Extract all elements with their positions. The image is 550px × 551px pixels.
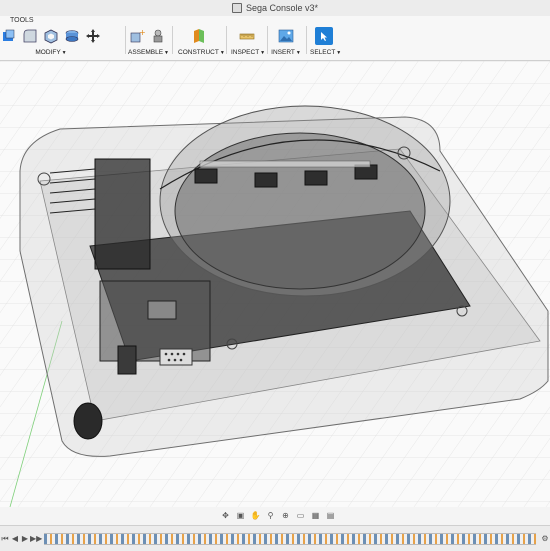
front-port-housing	[99, 280, 211, 362]
measure-icon[interactable]	[238, 27, 256, 45]
play-icon[interactable]: ▶	[20, 534, 30, 543]
move-icon[interactable]	[84, 27, 102, 45]
insert-image-icon[interactable]	[277, 27, 295, 45]
shell-icon[interactable]	[42, 27, 60, 45]
separator	[267, 26, 268, 54]
previous-step-icon[interactable]: ◀	[10, 534, 20, 543]
separator	[125, 26, 126, 54]
zoom-icon[interactable]: ⚲	[264, 509, 277, 521]
insert-menu[interactable]: INSERT▼	[271, 49, 301, 56]
separator	[306, 26, 307, 54]
pan-icon[interactable]: ✋	[249, 509, 262, 521]
first-step-icon[interactable]: ⏮	[0, 534, 10, 544]
viewports-icon[interactable]: ▤	[324, 509, 337, 521]
assemble-menu[interactable]: ASSEMBLE▼	[128, 49, 169, 56]
modify-menu[interactable]: MODIFY▼	[0, 49, 102, 56]
push-pull-icon[interactable]	[0, 27, 18, 45]
new-component-icon[interactable]: +	[128, 27, 146, 45]
side-switch	[117, 345, 137, 375]
timeline: ⏮ ◀ ▶ ▶▶ ⚙	[0, 525, 550, 551]
viewport-canvas[interactable]	[0, 61, 550, 507]
grid-settings-icon[interactable]: ▦	[309, 509, 322, 521]
display-settings-icon[interactable]: ▭	[294, 509, 307, 521]
slot-bar	[199, 160, 371, 168]
fit-icon[interactable]: ⊕	[279, 509, 292, 521]
modify-group: MODIFY▼	[0, 25, 102, 59]
next-step-icon[interactable]: ▶▶	[30, 534, 42, 543]
insert-group: INSERT▼	[271, 25, 301, 59]
tools-label: TOOLS	[10, 17, 34, 24]
offset-plane-icon[interactable]	[190, 27, 208, 45]
select-group: SELECT▼	[310, 25, 341, 59]
controller-port[interactable]	[159, 348, 193, 366]
construct-group: CONSTRUCT▼	[178, 25, 225, 59]
assemble-group: + ASSEMBLE▼	[128, 25, 169, 59]
separator	[172, 26, 173, 54]
connector-block	[254, 172, 278, 188]
joint-icon[interactable]	[149, 27, 167, 45]
combine-icon[interactable]	[63, 27, 81, 45]
orbit-icon[interactable]: ✥	[219, 509, 232, 521]
disc-inner	[174, 132, 426, 290]
side-module	[94, 158, 151, 270]
model-viewport[interactable]	[0, 61, 550, 507]
inspect-group: INSPECT▼	[231, 25, 265, 59]
separator	[226, 26, 227, 54]
rubber-foot	[73, 402, 103, 440]
window-title: Sega Console v3*	[245, 3, 319, 13]
title-bar: Sega Console v3*	[0, 0, 550, 17]
document-icon	[231, 3, 242, 13]
construct-menu[interactable]: CONSTRUCT▼	[178, 49, 225, 56]
power-port[interactable]	[147, 300, 177, 320]
navigation-bar: ✥ ▣ ✋ ⚲ ⊕ ▭ ▦ ▤	[210, 507, 346, 523]
connector-block	[194, 168, 218, 184]
select-arrow-icon[interactable]	[315, 27, 333, 45]
svg-text:+: +	[139, 28, 145, 37]
toolbar: TOOLS MODIFY▼ + ASSEMBLE▼ CONSTRUCT▼ INS…	[0, 16, 550, 61]
timeline-settings-icon[interactable]: ⚙	[540, 534, 550, 543]
look-at-icon[interactable]: ▣	[234, 509, 247, 521]
select-menu[interactable]: SELECT▼	[310, 49, 341, 56]
timeline-features[interactable]	[44, 532, 536, 545]
fillet-icon[interactable]	[21, 27, 39, 45]
inspect-menu[interactable]: INSPECT▼	[231, 49, 265, 56]
connector-block	[304, 170, 328, 186]
